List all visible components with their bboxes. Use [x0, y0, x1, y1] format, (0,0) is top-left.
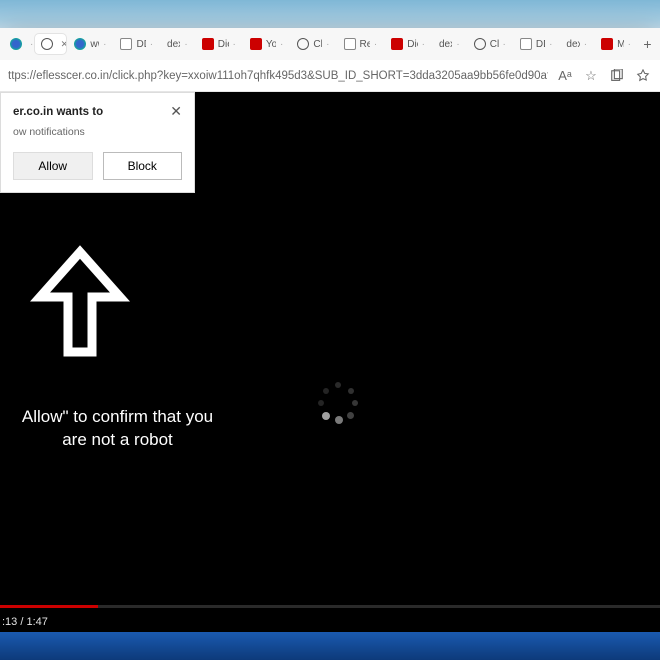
- tab-label: DDO: [536, 39, 545, 50]
- new-tab-button[interactable]: +: [639, 36, 656, 52]
- browser-tab[interactable]: dexp·: [433, 35, 466, 54]
- browser-tab[interactable]: Mell·: [595, 34, 637, 54]
- add-favorite-icon[interactable]: [634, 67, 652, 85]
- tab-label: dexp: [167, 39, 180, 50]
- browser-tab[interactable]: YouS·: [244, 34, 289, 54]
- browser-tab[interactable]: www·: [68, 34, 112, 54]
- collections-icon[interactable]: [608, 67, 626, 85]
- page-content: er.co.in wants to ✕ ow notifications All…: [0, 92, 660, 632]
- favicon-icon: [10, 38, 22, 50]
- browser-tab[interactable]: DDO·: [114, 34, 159, 54]
- favicon-icon: [74, 38, 86, 50]
- browser-tab[interactable]: Die F·: [385, 34, 431, 54]
- favicon-icon: [202, 38, 214, 50]
- tab-label: Repo: [360, 39, 370, 50]
- confirm-text-line2: are not a robot: [62, 430, 173, 449]
- favicon-icon: [344, 38, 356, 50]
- browser-tab[interactable]: Repo·: [338, 34, 384, 54]
- tab-strip: ·✕www·DDO·dexp·Die S·YouS·Click·Repo·Die…: [0, 28, 660, 60]
- browser-tab[interactable]: ·: [4, 34, 33, 54]
- prompt-title: er.co.in wants to: [13, 106, 103, 118]
- allow-button[interactable]: Allow: [13, 152, 93, 180]
- tab-label: Die F: [407, 39, 417, 50]
- windows-taskbar[interactable]: [0, 632, 660, 660]
- browser-tab[interactable]: dexp·: [560, 35, 593, 54]
- url-text[interactable]: ttps://eflesscer.co.in/click.php?key=xxo…: [8, 70, 548, 82]
- tab-label: Die S: [218, 39, 229, 50]
- confirm-text: Allow" to confirm that you are not a rob…: [0, 406, 235, 452]
- video-progress-bar[interactable]: [0, 605, 660, 608]
- favicon-icon: [297, 38, 309, 50]
- reader-mode-icon[interactable]: Aᵃ: [556, 67, 574, 85]
- video-time-display: :13 / 1:47: [2, 616, 48, 628]
- close-icon[interactable]: ✕: [170, 103, 182, 120]
- favicon-icon: [41, 38, 53, 50]
- favicon-icon: [520, 38, 532, 50]
- tab-label: www: [90, 39, 99, 50]
- tab-label: Mell: [617, 39, 623, 50]
- video-progress-filled: [0, 605, 98, 608]
- address-bar: ttps://eflesscer.co.in/click.php?key=xxo…: [0, 60, 660, 92]
- favicon-icon: [391, 38, 403, 50]
- favicon-icon: [250, 38, 262, 50]
- browser-tab[interactable]: dexp·: [161, 35, 194, 54]
- tab-label: Click: [490, 39, 499, 50]
- browser-tab[interactable]: DDO·: [514, 34, 559, 54]
- tab-label: dexp: [566, 39, 579, 50]
- browser-tab[interactable]: Click·: [291, 34, 335, 54]
- browser-tab[interactable]: Click·: [468, 34, 512, 54]
- favorite-star-icon[interactable]: ☆: [582, 67, 600, 85]
- browser-tab[interactable]: ✕: [35, 34, 67, 54]
- prompt-subtitle: ow notifications: [13, 126, 182, 138]
- browser-window: ·✕www·DDO·dexp·Die S·YouS·Click·Repo·Die…: [0, 28, 660, 632]
- block-button[interactable]: Block: [103, 152, 183, 180]
- confirm-text-line1: Allow" to confirm that you: [22, 407, 213, 426]
- loading-spinner-icon: [318, 382, 358, 422]
- notification-prompt: er.co.in wants to ✕ ow notifications All…: [0, 92, 195, 193]
- favicon-icon: [474, 38, 486, 50]
- browser-tab[interactable]: Die S·: [196, 34, 242, 54]
- up-arrow-icon: [30, 242, 130, 362]
- tab-close-icon[interactable]: ✕: [61, 39, 67, 50]
- tab-label: DDO: [136, 39, 145, 50]
- favicon-icon: [601, 38, 613, 50]
- tab-label: dexp: [439, 39, 452, 50]
- favicon-icon: [120, 38, 132, 50]
- tab-label: Click: [313, 39, 322, 50]
- tab-label: YouS: [266, 39, 276, 50]
